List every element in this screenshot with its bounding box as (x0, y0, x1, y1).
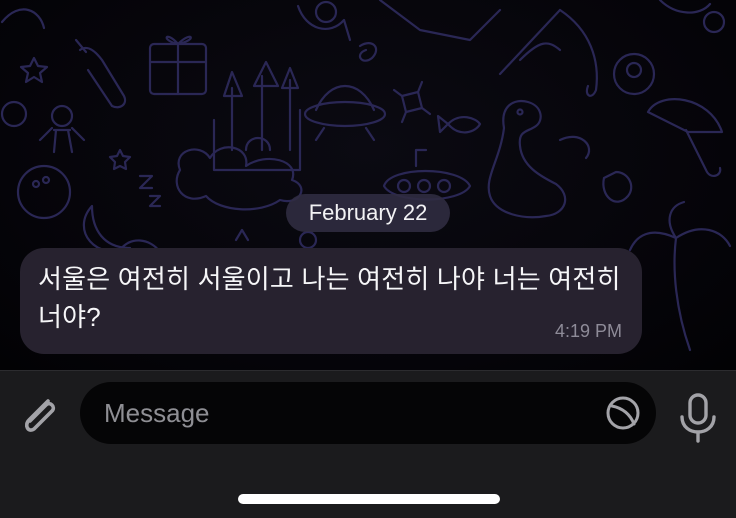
message-text: 서울은 여전히 서울이고 나는 여전히 나야 너는 여전히 너야? (38, 264, 621, 332)
message-input[interactable] (104, 382, 594, 444)
attach-button[interactable] (14, 389, 66, 441)
microphone-icon (680, 393, 716, 443)
chat-area: February 22 서울은 여전히 서울이고 나는 여전히 나야 너는 여전… (0, 0, 736, 370)
incoming-message-bubble[interactable]: 서울은 여전히 서울이고 나는 여전히 나야 너는 여전히 너야? 4:19 P… (20, 248, 642, 354)
sticker-icon (606, 396, 640, 430)
message-timestamp: 4:19 PM (554, 321, 622, 341)
sticker-button[interactable] (604, 394, 642, 432)
message-input-container (80, 382, 656, 444)
home-indicator[interactable] (238, 494, 500, 504)
composer-bar (0, 370, 736, 518)
chat-screen: February 22 서울은 여전히 서울이고 나는 여전히 나야 너는 여전… (0, 0, 736, 518)
microphone-button[interactable] (672, 389, 724, 443)
paperclip-icon (25, 399, 56, 432)
date-separator: February 22 (286, 194, 450, 232)
